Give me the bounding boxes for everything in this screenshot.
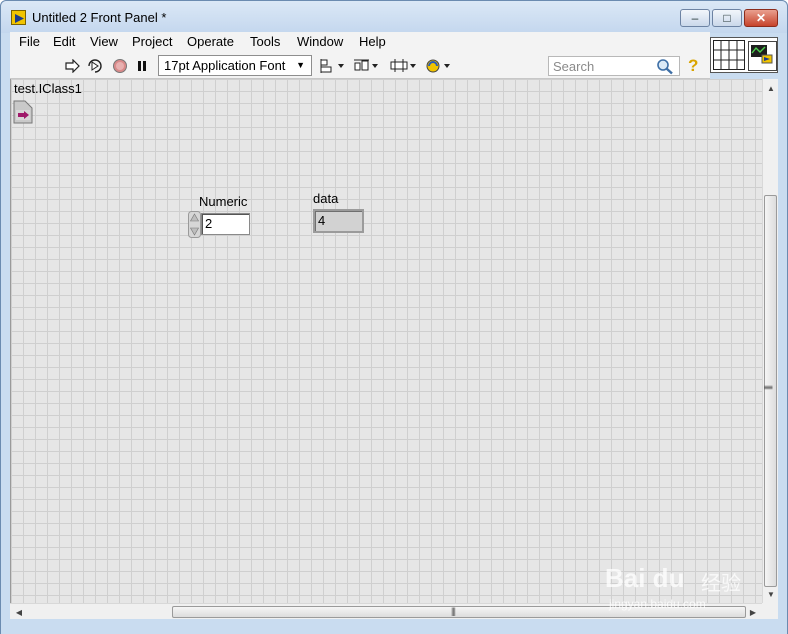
- watermark-brand: Bai du: [605, 563, 685, 593]
- search-input[interactable]: [553, 59, 653, 74]
- minimize-icon: –: [691, 11, 699, 25]
- help-icon[interactable]: ?: [688, 56, 702, 75]
- pause-icon[interactable]: [133, 57, 151, 75]
- vertical-grip-icon: |||: [764, 384, 775, 390]
- labview-app-icon[interactable]: [11, 10, 26, 25]
- close-icon: ✕: [755, 11, 767, 25]
- labview-window: Untitled 2 Front Panel * – □ ✕ File Edit…: [0, 0, 788, 634]
- class-control-label: test.IClass1: [14, 81, 82, 96]
- vi-icon[interactable]: [748, 41, 777, 71]
- window-bottom-border: [1, 619, 787, 634]
- toolbar: 17pt Application Font ▼ ?: [10, 52, 710, 79]
- watermark-url: jingyan.baidu.com: [609, 597, 706, 611]
- numeric-control[interactable]: 2: [201, 213, 250, 235]
- data-indicator: 4: [313, 209, 364, 233]
- title-bar[interactable]: Untitled 2 Front Panel * – □ ✕: [1, 1, 787, 33]
- menu-bar: File Edit View Project Operate Tools Win…: [10, 32, 710, 52]
- menu-tools[interactable]: Tools: [250, 34, 280, 49]
- data-indicator-label: data: [313, 191, 339, 206]
- scrollbar-corner: [762, 603, 778, 619]
- menu-operate[interactable]: Operate: [187, 34, 234, 49]
- chevron-down-icon: ▼: [296, 60, 305, 70]
- vertical-scrollbar[interactable]: ▲ ||| ▼: [762, 79, 778, 603]
- watermark-cn-text: 经验: [701, 573, 741, 595]
- baidu-watermark: Bai du 经验 jingyan.baidu.com: [605, 549, 755, 611]
- scroll-left-icon[interactable]: ◀: [12, 605, 26, 619]
- scroll-down-icon[interactable]: ▼: [764, 587, 778, 601]
- run-arrow-icon[interactable]: [64, 57, 82, 75]
- run-continuously-icon[interactable]: [86, 57, 104, 75]
- font-select[interactable]: 17pt Application Font ▼: [158, 55, 312, 76]
- class-control-icon[interactable]: [13, 100, 33, 124]
- close-button[interactable]: ✕: [744, 9, 778, 27]
- menu-project[interactable]: Project: [132, 34, 172, 49]
- font-select-label: 17pt Application Font: [164, 58, 286, 73]
- search-box: [548, 56, 680, 76]
- search-icon[interactable]: [656, 58, 674, 75]
- menu-window[interactable]: Window: [297, 34, 343, 49]
- numeric-label: Numeric: [199, 194, 248, 209]
- maximize-icon: □: [723, 11, 731, 25]
- resize-objects-icon[interactable]: [390, 57, 418, 75]
- horizontal-grip-icon: |||: [451, 606, 456, 616]
- menu-file[interactable]: File: [19, 34, 40, 49]
- menu-help[interactable]: Help: [359, 34, 386, 49]
- vertical-scroll-thumb[interactable]: |||: [764, 195, 777, 587]
- align-objects-icon[interactable]: [320, 57, 346, 75]
- minimize-button[interactable]: –: [680, 9, 710, 27]
- connector-pane[interactable]: [710, 37, 778, 73]
- connector-pane-grid[interactable]: [713, 40, 745, 70]
- window-title: Untitled 2 Front Panel *: [32, 10, 167, 25]
- reorder-icon[interactable]: [425, 57, 453, 75]
- numeric-increment-decrement[interactable]: [188, 211, 201, 238]
- maximize-button[interactable]: □: [712, 9, 742, 27]
- scroll-up-icon[interactable]: ▲: [764, 81, 778, 95]
- menu-edit[interactable]: Edit: [53, 34, 75, 49]
- menu-view[interactable]: View: [90, 34, 118, 49]
- front-panel-canvas[interactable]: [10, 79, 762, 603]
- abort-execution-icon[interactable]: [111, 57, 129, 75]
- distribute-objects-icon[interactable]: [354, 57, 380, 75]
